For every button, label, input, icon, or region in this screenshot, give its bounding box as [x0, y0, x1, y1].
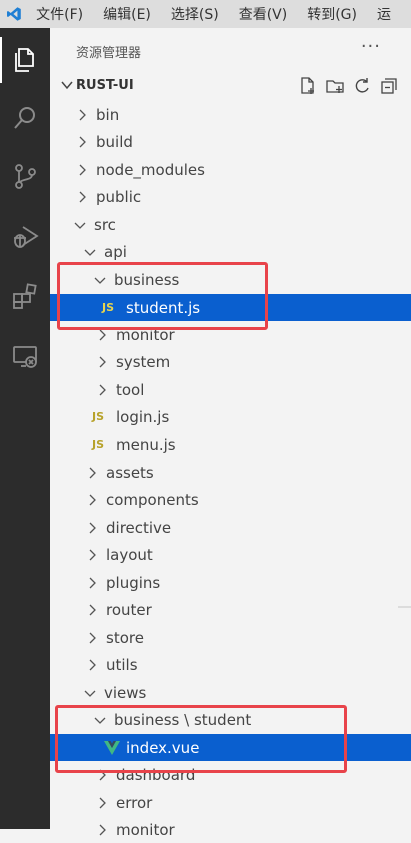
tree-label: login.js [116, 407, 170, 426]
tree-label: plugins [106, 573, 161, 592]
chevron-right-icon [89, 577, 96, 588]
chevron-right-icon [89, 604, 96, 615]
tree-label: tool [116, 380, 145, 399]
menu-bar: 文件(F) 编辑(E) 选择(S) 查看(V) 转到(G) 运 [0, 0, 411, 28]
tree-label: build [96, 132, 133, 151]
extensions-icon[interactable] [0, 274, 50, 318]
tree-label: error [116, 793, 153, 812]
tree-label: menu.js [116, 435, 176, 454]
workspace-section-header[interactable]: RUST-UI [50, 74, 411, 98]
annotation-box-views-business [55, 705, 347, 773]
activity-bar [0, 28, 50, 829]
tree-label: node_modules [96, 160, 205, 179]
tree-folder-error[interactable]: error [50, 789, 411, 816]
tree-folder-bin[interactable]: bin [50, 101, 411, 128]
chevron-right-icon [89, 549, 96, 560]
tree-folder-store[interactable]: store [50, 624, 411, 651]
chevron-right-icon [89, 522, 96, 533]
menu-go[interactable]: 转到(G) [307, 4, 357, 24]
menu-run[interactable]: 运 [377, 4, 391, 24]
refresh-icon[interactable] [352, 76, 372, 96]
tree-folder-node-modules[interactable]: node_modules [50, 156, 411, 183]
tree-label: store [106, 628, 144, 647]
tree-folder-system[interactable]: system [50, 348, 411, 375]
tree-label: system [116, 352, 171, 371]
chevron-down-icon [84, 249, 96, 256]
tree-folder-utils[interactable]: utils [50, 651, 411, 678]
run-debug-icon[interactable] [0, 214, 50, 258]
search-icon[interactable] [0, 96, 50, 140]
menu-view[interactable]: 查看(V) [239, 4, 288, 24]
remote-explorer-icon[interactable] [0, 334, 50, 378]
tree-label: views [104, 683, 147, 702]
tree-folder-tool[interactable]: tool [50, 376, 411, 403]
tree-label: utils [106, 655, 138, 674]
tree-folder-public[interactable]: public [50, 183, 411, 210]
js-file-icon: JS [92, 410, 105, 423]
chevron-right-icon [79, 191, 86, 202]
menu-edit[interactable]: 编辑(E) [103, 4, 151, 24]
menu-selection[interactable]: 选择(S) [171, 4, 219, 24]
chevron-right-icon [99, 797, 106, 808]
tree-folder-build[interactable]: build [50, 128, 411, 155]
chevron-right-icon [79, 136, 86, 147]
chevron-down-icon [61, 81, 73, 90]
chevron-right-icon [99, 824, 106, 835]
tree-label: api [104, 242, 127, 261]
tree-label: router [106, 600, 152, 619]
menu-file[interactable]: 文件(F) [36, 4, 83, 24]
tree-folder-api[interactable]: api [50, 238, 411, 265]
chevron-right-icon [89, 659, 96, 670]
new-folder-icon[interactable] [325, 76, 345, 96]
chevron-right-icon [79, 164, 86, 175]
chevron-right-icon [89, 467, 96, 478]
vscode-logo-icon [7, 7, 21, 21]
tree-folder-src[interactable]: src [50, 211, 411, 238]
tree-label: monitor [116, 820, 175, 839]
chevron-right-icon [99, 384, 106, 395]
annotation-box-api-business [57, 262, 268, 330]
chevron-right-icon [89, 632, 96, 643]
tree-folder-views[interactable]: views [50, 679, 411, 706]
tree-label: public [96, 187, 142, 206]
tree-folder-monitor-views[interactable]: monitor [50, 816, 411, 843]
scroll-edge [398, 606, 411, 608]
chevron-down-icon [84, 690, 96, 697]
chevron-right-icon [89, 494, 96, 505]
tree-file-login-js[interactable]: JS login.js [50, 403, 411, 430]
tree-folder-assets[interactable]: assets [50, 459, 411, 486]
section-actions [298, 76, 399, 96]
tree-label: components [106, 490, 199, 509]
js-file-icon: JS [92, 438, 105, 451]
collapse-all-icon[interactable] [379, 76, 399, 96]
tree-folder-router[interactable]: router [50, 596, 411, 623]
chevron-right-icon [99, 356, 106, 367]
tree-label: bin [96, 105, 120, 124]
chevron-down-icon [74, 222, 86, 229]
tree-folder-plugins[interactable]: plugins [50, 569, 411, 596]
tree-label: layout [106, 545, 153, 564]
source-control-icon[interactable] [0, 154, 50, 198]
tree-file-menu-js[interactable]: JS menu.js [50, 431, 411, 458]
explorer-icon[interactable] [0, 38, 50, 82]
chevron-right-icon [99, 329, 106, 340]
tree-folder-layout[interactable]: layout [50, 541, 411, 568]
tree-folder-components[interactable]: components [50, 486, 411, 513]
more-actions-icon[interactable]: ··· [361, 36, 381, 57]
chevron-right-icon [79, 109, 86, 120]
tree-folder-directive[interactable]: directive [50, 514, 411, 541]
workspace-name: RUST-UI [76, 78, 134, 93]
new-file-icon[interactable] [298, 76, 318, 96]
tree-label: assets [106, 463, 154, 482]
explorer-title: 资源管理器 [76, 46, 142, 61]
tree-label: src [94, 215, 116, 234]
tree-label: directive [106, 518, 172, 537]
